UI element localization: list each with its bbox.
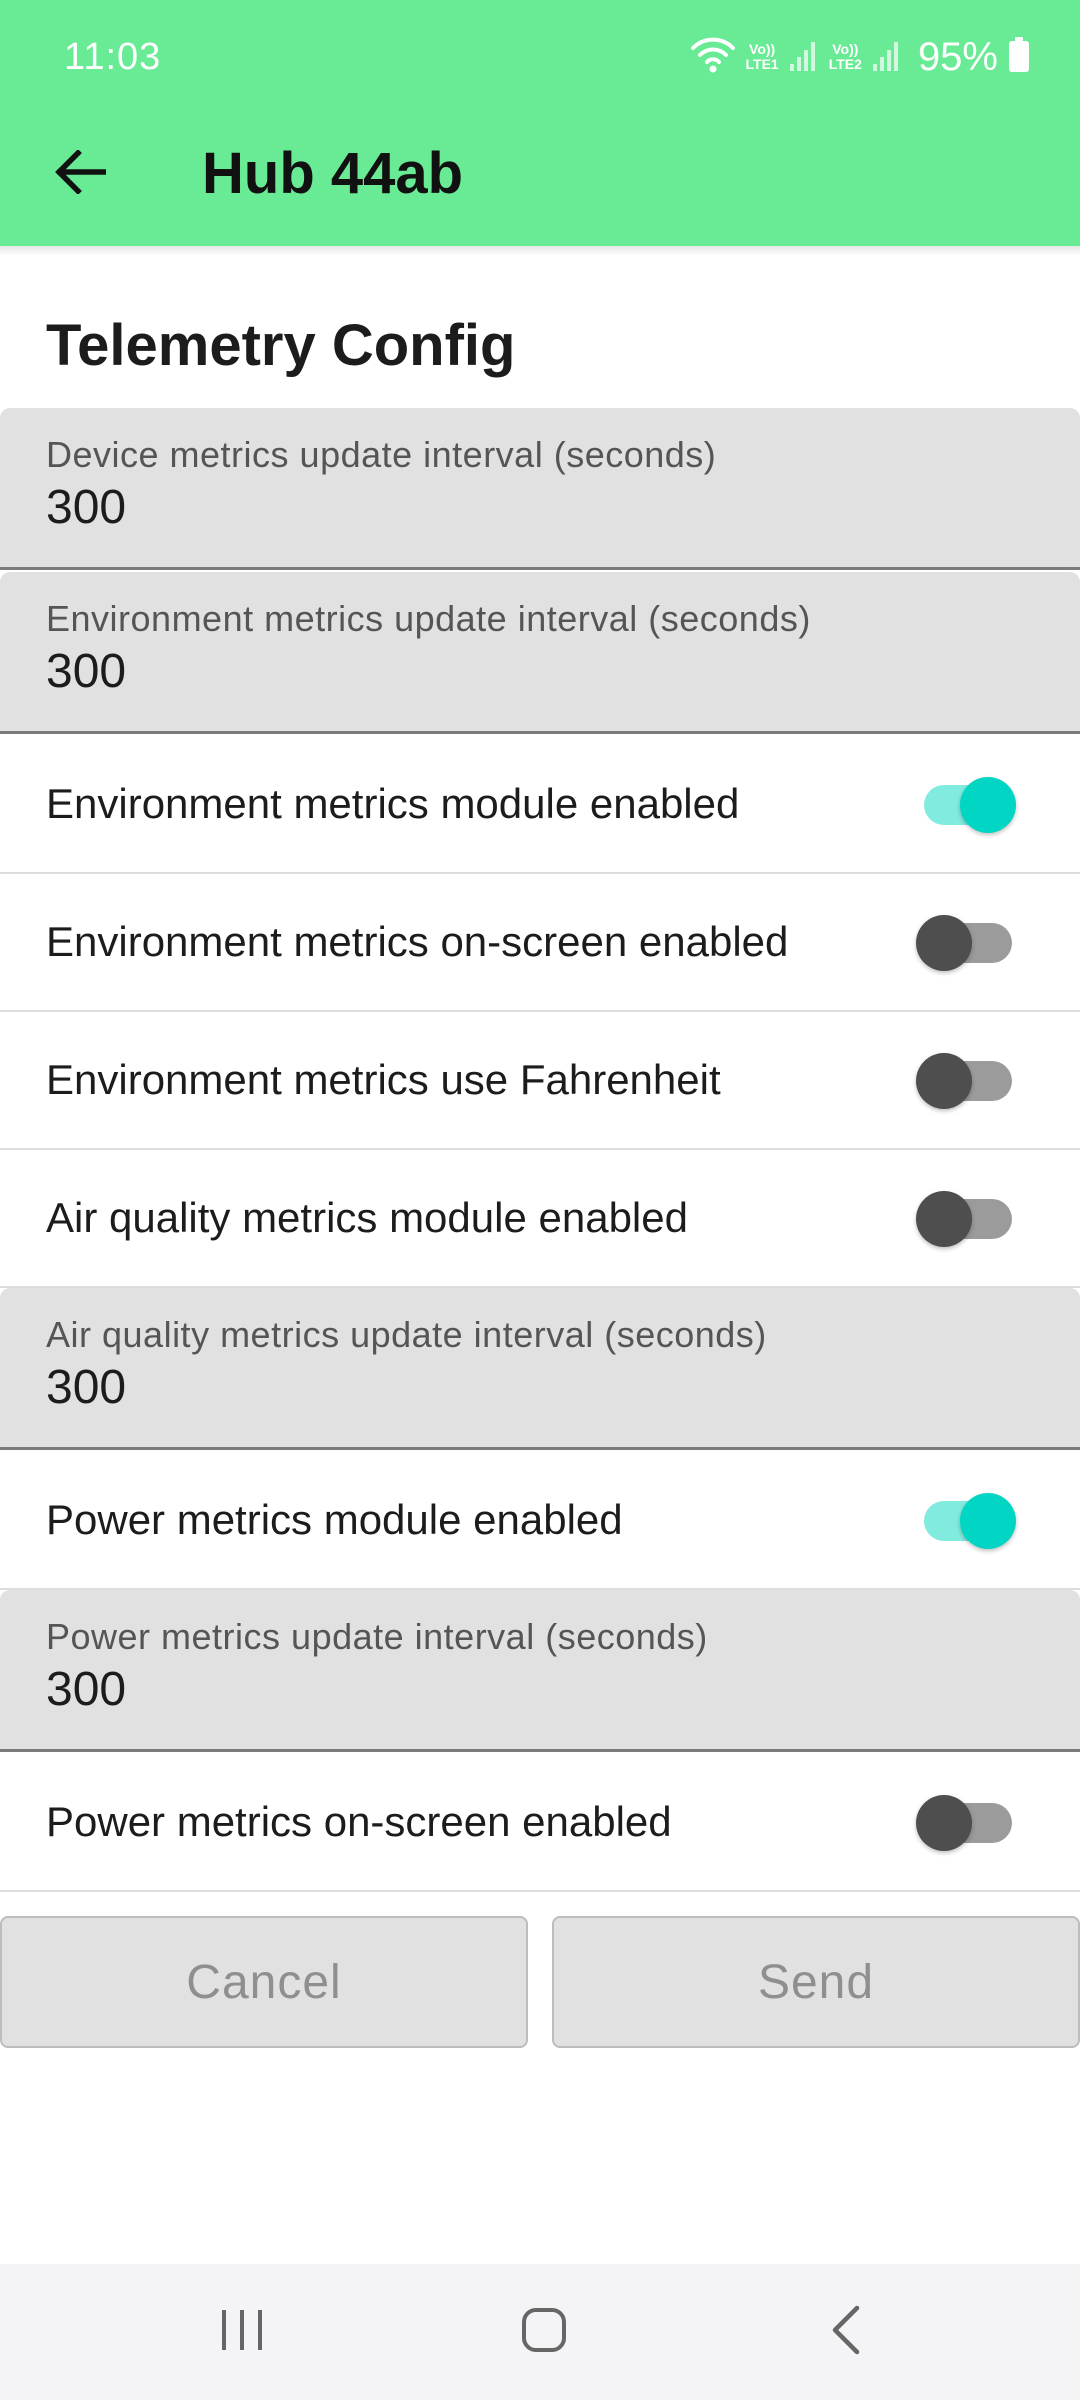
battery-icon bbox=[1008, 36, 1030, 78]
chevron-left-icon bbox=[829, 2305, 863, 2360]
section-title: Telemetry Config bbox=[46, 313, 516, 378]
environment-fahrenheit-label: Environment metrics use Fahrenheit bbox=[46, 1056, 721, 1103]
power-interval-value[interactable]: 300 bbox=[46, 1662, 126, 1717]
telemetry-config-screen: 11:03 Vo)) LTE1 Vo)) LTE2 95% Hub 44ab T… bbox=[0, 0, 1080, 2400]
cell-signal-icon bbox=[789, 38, 819, 77]
switch-thumb bbox=[916, 1795, 972, 1851]
back-button[interactable] bbox=[40, 134, 120, 214]
recents-button[interactable] bbox=[172, 2264, 312, 2400]
top-bar: 11:03 Vo)) LTE1 Vo)) LTE2 95% Hub 44ab bbox=[0, 0, 1080, 246]
cell-signal-icon bbox=[872, 38, 902, 77]
power-module-row[interactable]: Power metrics module enabled bbox=[0, 1452, 1080, 1590]
wifi-icon bbox=[690, 35, 736, 80]
environment-fahrenheit-row[interactable]: Environment metrics use Fahrenheit bbox=[0, 1012, 1080, 1150]
switch-thumb bbox=[916, 915, 972, 971]
app-bar: Hub 44ab bbox=[0, 120, 1080, 246]
battery-percent: 95% bbox=[917, 34, 998, 79]
nav-back-button[interactable] bbox=[776, 2264, 916, 2400]
status-icons: Vo)) LTE1 Vo)) LTE2 95% bbox=[690, 30, 1030, 84]
cancel-button[interactable]: Cancel bbox=[0, 1916, 528, 2048]
air-quality-interval-value[interactable]: 300 bbox=[46, 1360, 126, 1415]
recents-icon bbox=[219, 2308, 265, 2357]
sim1-label: Vo)) LTE1 bbox=[745, 41, 779, 72]
switch-thumb bbox=[960, 777, 1016, 833]
device-interval-label: Device metrics update interval (seconds) bbox=[46, 434, 717, 475]
arrow-left-icon bbox=[54, 148, 107, 199]
environment-module-label: Environment metrics module enabled bbox=[46, 780, 740, 827]
status-bar: 11:03 Vo)) LTE1 Vo)) LTE2 95% bbox=[0, 0, 1080, 120]
power-module-label: Power metrics module enabled bbox=[46, 1496, 623, 1543]
environment-module-row[interactable]: Environment metrics module enabled bbox=[0, 736, 1080, 874]
app-bar-shadow bbox=[0, 246, 1080, 256]
power-screen-switch[interactable] bbox=[916, 1794, 1016, 1852]
environment-interval-label: Environment metrics update interval (sec… bbox=[46, 598, 811, 639]
air-quality-interval-field[interactable]: Air quality metrics update interval (sec… bbox=[0, 1288, 1080, 1450]
switch-thumb bbox=[916, 1053, 972, 1109]
environment-module-switch[interactable] bbox=[916, 776, 1016, 834]
environment-screen-switch[interactable] bbox=[916, 914, 1016, 972]
environment-interval-value[interactable]: 300 bbox=[46, 644, 126, 699]
app-title: Hub 44ab bbox=[202, 141, 464, 206]
environment-screen-label: Environment metrics on-screen enabled bbox=[46, 918, 789, 965]
sim2-label: Vo)) LTE2 bbox=[828, 41, 862, 72]
air-quality-module-label: Air quality metrics module enabled bbox=[46, 1194, 688, 1241]
air-quality-module-switch[interactable] bbox=[916, 1190, 1016, 1248]
device-interval-field[interactable]: Device metrics update interval (seconds)… bbox=[0, 408, 1080, 570]
home-icon bbox=[520, 2306, 568, 2359]
status-time: 11:03 bbox=[64, 36, 162, 78]
home-button[interactable] bbox=[474, 2264, 614, 2400]
power-module-switch[interactable] bbox=[916, 1492, 1016, 1550]
switch-thumb bbox=[960, 1493, 1016, 1549]
power-interval-field[interactable]: Power metrics update interval (seconds) … bbox=[0, 1590, 1080, 1752]
device-interval-value[interactable]: 300 bbox=[46, 480, 126, 535]
environment-fahrenheit-switch[interactable] bbox=[916, 1052, 1016, 1110]
switch-thumb bbox=[916, 1191, 972, 1247]
power-screen-label: Power metrics on-screen enabled bbox=[46, 1798, 672, 1845]
system-navigation-bar bbox=[0, 2264, 1080, 2400]
environment-screen-row[interactable]: Environment metrics on-screen enabled bbox=[0, 874, 1080, 1012]
send-button[interactable]: Send bbox=[552, 1916, 1080, 2048]
power-screen-row[interactable]: Power metrics on-screen enabled bbox=[0, 1754, 1080, 1892]
air-quality-interval-label: Air quality metrics update interval (sec… bbox=[46, 1314, 767, 1355]
air-quality-module-row[interactable]: Air quality metrics module enabled bbox=[0, 1150, 1080, 1288]
power-interval-label: Power metrics update interval (seconds) bbox=[46, 1616, 708, 1657]
environment-interval-field[interactable]: Environment metrics update interval (sec… bbox=[0, 572, 1080, 734]
